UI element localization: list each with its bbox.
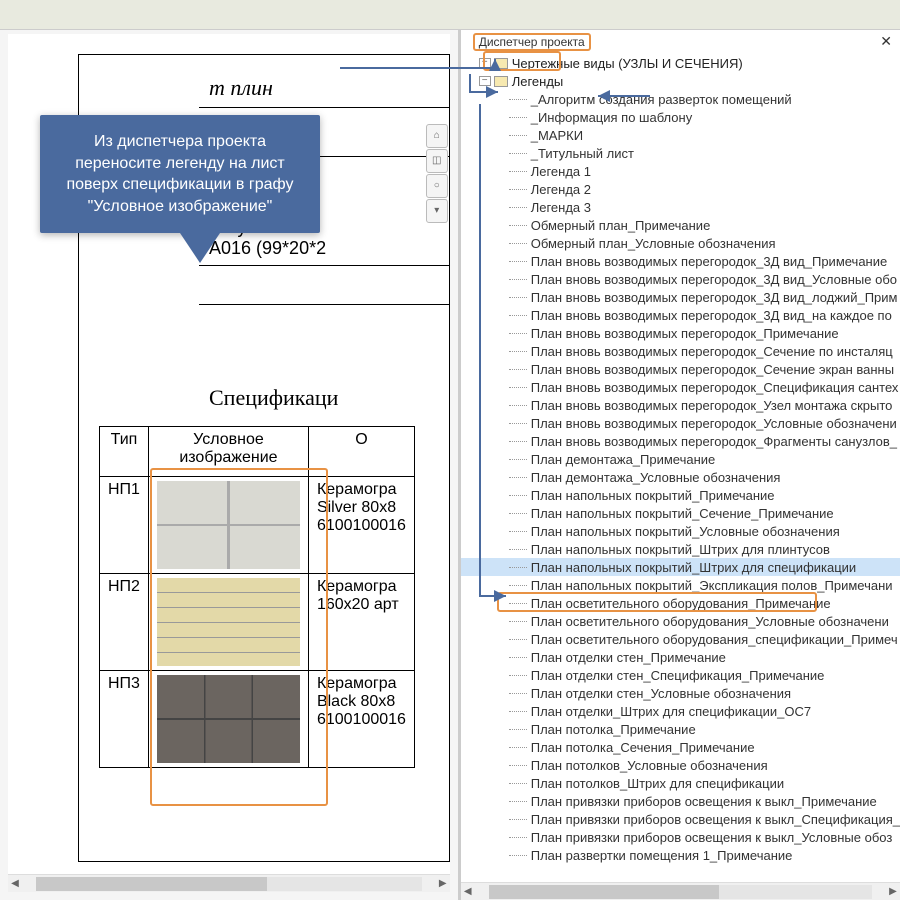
tool-btn[interactable]: ⌂ — [426, 124, 448, 148]
h-scrollbar[interactable]: ◀▶ — [8, 874, 450, 892]
tree-item[interactable]: План вновь возводимых перегородок_Фрагме… — [461, 432, 900, 450]
tree-item[interactable]: План вновь возводимых перегородок_3Д вид… — [461, 306, 900, 324]
tool-btn[interactable]: ◫ — [426, 149, 448, 173]
tree-item[interactable]: План вновь возводимых перегородок_Сечени… — [461, 360, 900, 378]
tree-item[interactable]: План вновь возводимых перегородок_Сечени… — [461, 342, 900, 360]
tree-item[interactable]: План потолка_Примечание — [461, 720, 900, 738]
tree-item[interactable]: Легенда 3 — [461, 198, 900, 216]
th-type: Тип — [100, 427, 149, 477]
tree-item[interactable]: План напольных покрытий_Штрих для специф… — [461, 558, 900, 576]
tree-item[interactable]: Обмерный план_Примечание — [461, 216, 900, 234]
plintus-code: А016 (99*20*2 — [79, 238, 449, 259]
tree-item[interactable]: _МАРКИ — [461, 126, 900, 144]
tree-item[interactable]: План демонтажа_Примечание — [461, 450, 900, 468]
expand-icon[interactable] — [479, 76, 491, 86]
close-icon[interactable]: ✕ — [876, 33, 896, 50]
app-top-bar — [0, 0, 900, 30]
tree-item[interactable]: План напольных покрытий_Сечение_Примечан… — [461, 504, 900, 522]
tree-item[interactable]: План потолков_Условные обозначения — [461, 756, 900, 774]
spec-title: Спецификаци — [79, 385, 449, 411]
tree-branch[interactable]: Чертежные виды (УЗЛЫ И СЕЧЕНИЯ) — [461, 54, 900, 72]
instruction-callout: Из диспетчера проекта переносите легенду… — [40, 115, 320, 233]
tree-item[interactable]: _Титульный лист — [461, 144, 900, 162]
tree-item[interactable]: _Информация по шаблону — [461, 108, 900, 126]
tree-item[interactable]: План осветительного оборудования_Примеча… — [461, 594, 900, 612]
highlight-swatch-column — [150, 468, 328, 806]
panel-header: Диспетчер проекта ✕ — [461, 30, 900, 52]
tree-item[interactable]: План напольных покрытий_Условные обознач… — [461, 522, 900, 540]
project-tree[interactable]: Чертежные виды (УЗЛЫ И СЕЧЕНИЯ)Легенды_А… — [461, 52, 900, 900]
tree-item[interactable]: План потолков_Штрих для спецификации — [461, 774, 900, 792]
tree-item[interactable]: План привязки приборов освещения к выкл_… — [461, 810, 900, 828]
tree-item[interactable]: План вновь возводимых перегородок_Примеч… — [461, 324, 900, 342]
tree-item[interactable]: План привязки приборов освещения к выкл_… — [461, 828, 900, 846]
h-scrollbar-right[interactable]: ◀▶ — [461, 882, 900, 900]
project-browser-panel: Диспетчер проекта ✕ Чертежные виды (УЗЛЫ… — [458, 30, 900, 900]
tree-item[interactable]: План напольных покрытий_Штрих для плинту… — [461, 540, 900, 558]
tree-item[interactable]: План привязки приборов освещения к выкл_… — [461, 792, 900, 810]
drawing-title: т плин — [79, 75, 449, 101]
tree-item[interactable]: План отделки стен_Условные обозначения — [461, 684, 900, 702]
expand-icon[interactable] — [479, 58, 491, 68]
tree-item[interactable]: План вновь возводимых перегородок_Узел м… — [461, 396, 900, 414]
tree-item[interactable]: План напольных покрытий_Экспликация поло… — [461, 576, 900, 594]
tree-item[interactable]: План напольных покрытий_Примечание — [461, 486, 900, 504]
tree-branch[interactable]: Легенды — [461, 72, 900, 90]
tool-btn[interactable]: ○ — [426, 174, 448, 198]
sheet-icon — [494, 76, 508, 87]
tree-item[interactable]: План отделки стен_Спецификация_Примечани… — [461, 666, 900, 684]
tree-item[interactable]: План отделки_Штрих для спецификации_ОС7 — [461, 702, 900, 720]
panel-title[interactable]: Диспетчер проекта — [473, 33, 591, 51]
tree-item[interactable]: Легенда 1 — [461, 162, 900, 180]
tree-item[interactable]: План развертки помещения 1_Примечание — [461, 846, 900, 864]
sheet-icon — [494, 58, 508, 69]
tree-item[interactable]: Легенда 2 — [461, 180, 900, 198]
tree-item[interactable]: План отделки стен_Примечание — [461, 648, 900, 666]
tree-item[interactable]: План вновь возводимых перегородок_3Д вид… — [461, 270, 900, 288]
tree-item[interactable]: План вновь возводимых перегородок_Специф… — [461, 378, 900, 396]
tree-item[interactable]: План осветительного оборудования_Условны… — [461, 612, 900, 630]
tree-item[interactable]: План осветительного оборудования_специфи… — [461, 630, 900, 648]
view-toolbar: ⌂ ◫ ○ ▾ — [426, 124, 450, 224]
tree-item[interactable]: Обмерный план_Условные обозначения — [461, 234, 900, 252]
tree-item[interactable]: План вновь возводимых перегородок_3Д вид… — [461, 252, 900, 270]
tree-item[interactable]: План потолка_Сечения_Примечание — [461, 738, 900, 756]
tree-item[interactable]: План вновь возводимых перегородок_Условн… — [461, 414, 900, 432]
tool-btn[interactable]: ▾ — [426, 199, 448, 223]
tree-item[interactable]: План демонтажа_Условные обозначения — [461, 468, 900, 486]
tree-item[interactable]: _Алгоритм создания разверток помещений — [461, 90, 900, 108]
tree-item[interactable]: План вновь возводимых перегородок_3Д вид… — [461, 288, 900, 306]
